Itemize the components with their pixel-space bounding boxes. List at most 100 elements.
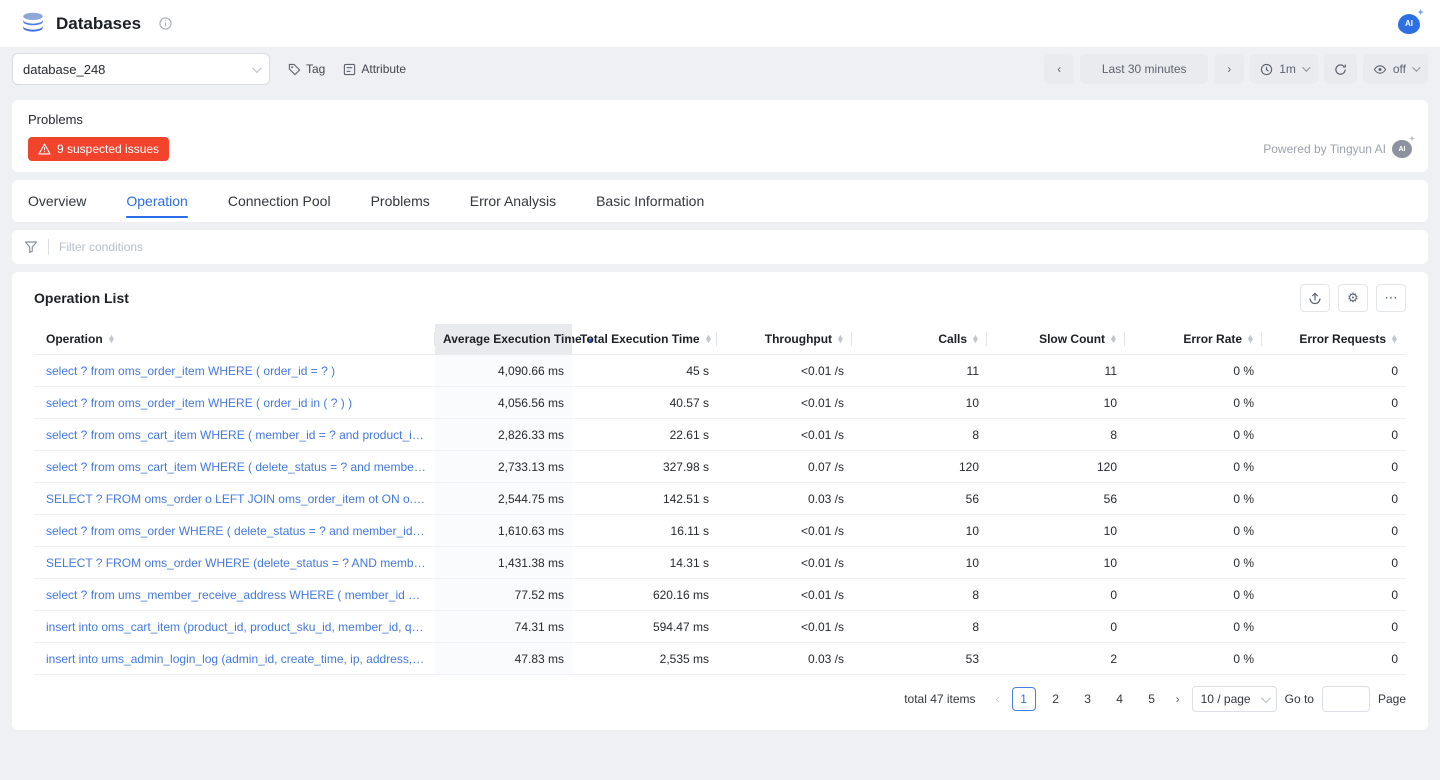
database-select[interactable]: database_248 <box>12 53 270 85</box>
operation-link[interactable]: insert into oms_cart_item (product_id, p… <box>46 620 427 634</box>
attribute-icon <box>343 63 356 76</box>
page-title: Databases <box>56 14 141 34</box>
pagination-prev-button[interactable]: ‹ <box>992 692 1004 706</box>
goto-page-input[interactable] <box>1322 686 1370 712</box>
operation-cell: insert into oms_cart_item (product_id, p… <box>34 611 435 643</box>
pagination-next-button[interactable]: › <box>1172 692 1184 706</box>
error-rate-cell: 0 % <box>1125 483 1262 515</box>
operation-link[interactable]: select ? from oms_cart_item WHERE ( dele… <box>46 460 427 474</box>
calls-cell: 56 <box>852 483 987 515</box>
calls-cell: 8 <box>852 419 987 451</box>
total-cell: 40.57 s <box>572 387 717 419</box>
time-range-button[interactable]: Last 30 minutes <box>1080 54 1208 84</box>
column-header-average-execution-time[interactable]: Average Execution Time▲▼ <box>435 324 572 355</box>
pagination-page-5[interactable]: 5 <box>1140 687 1164 711</box>
operation-link[interactable]: select ? from oms_order WHERE ( delete_s… <box>46 524 427 538</box>
powered-by-label: Powered by Tingyun AI <box>1263 142 1386 156</box>
slow-cell: 0 <box>987 579 1125 611</box>
more-actions-button[interactable]: ⋯ <box>1376 284 1406 312</box>
tag-button[interactable]: Tag <box>288 62 325 76</box>
table-row: SELECT ? FROM oms_order WHERE (delete_st… <box>34 547 1406 579</box>
attribute-label: Attribute <box>361 62 406 76</box>
filter-conditions-input[interactable] <box>59 240 1416 254</box>
app-logo: Databases <box>20 12 172 36</box>
slow-cell: 0 <box>987 611 1125 643</box>
slow-cell: 56 <box>987 483 1125 515</box>
pagination-page-4[interactable]: 4 <box>1108 687 1132 711</box>
time-prev-button[interactable]: ‹ <box>1044 54 1074 84</box>
calls-cell: 8 <box>852 579 987 611</box>
tab-connection-pool[interactable]: Connection Pool <box>228 180 331 222</box>
column-header-operation[interactable]: Operation▲▼ <box>34 324 435 355</box>
powered-by: Powered by Tingyun AI AI <box>1263 140 1412 158</box>
avg-cell: 4,056.56 ms <box>435 387 572 419</box>
operation-cell: select ? from oms_order_item WHERE ( ord… <box>34 355 435 387</box>
tab-problems[interactable]: Problems <box>371 180 430 222</box>
refresh-button[interactable] <box>1324 54 1357 84</box>
operation-link[interactable]: insert into ums_admin_login_log (admin_i… <box>46 652 427 666</box>
throughput-cell: <0.01 /s <box>717 515 852 547</box>
tab-operation[interactable]: Operation <box>126 180 187 222</box>
throughput-cell: <0.01 /s <box>717 579 852 611</box>
column-header-error-requests[interactable]: Error Requests▲▼ <box>1262 324 1406 355</box>
slow-cell: 120 <box>987 451 1125 483</box>
pagination-page-3[interactable]: 3 <box>1076 687 1100 711</box>
tab-error-analysis[interactable]: Error Analysis <box>470 180 556 222</box>
page-size-select[interactable]: 10 / page <box>1192 686 1277 712</box>
operation-link[interactable]: SELECT ? FROM oms_order o LEFT JOIN oms_… <box>46 492 427 506</box>
table-row: select ? from oms_order WHERE ( delete_s… <box>34 515 1406 547</box>
throughput-cell: <0.01 /s <box>717 419 852 451</box>
total-cell: 2,535 ms <box>572 643 717 675</box>
export-button[interactable] <box>1300 284 1330 312</box>
operation-cell: select ? from oms_order WHERE ( delete_s… <box>34 515 435 547</box>
time-next-button[interactable]: › <box>1214 54 1244 84</box>
slow-cell: 2 <box>987 643 1125 675</box>
operation-table: Operation▲▼ Average Execution Time▲▼ Tot… <box>34 324 1406 675</box>
gear-icon: ⚙ <box>1347 290 1359 306</box>
suspected-issues-badge[interactable]: 9 suspected issues <box>28 137 169 161</box>
error-rate-cell: 0 % <box>1125 579 1262 611</box>
operation-link[interactable]: select ? from oms_order_item WHERE ( ord… <box>46 396 427 410</box>
auto-refresh-dropdown[interactable]: off <box>1363 54 1428 84</box>
attribute-button[interactable]: Attribute <box>343 62 406 76</box>
settings-button[interactable]: ⚙ <box>1338 284 1368 312</box>
goto-label: Go to <box>1285 692 1314 706</box>
error-requests-cell: 0 <box>1262 355 1406 387</box>
column-header-error-rate[interactable]: Error Rate▲▼ <box>1125 324 1262 355</box>
operation-link[interactable]: select ? from oms_cart_item WHERE ( memb… <box>46 428 427 442</box>
calls-cell: 10 <box>852 387 987 419</box>
tab-overview[interactable]: Overview <box>28 180 86 222</box>
slow-cell: 10 <box>987 547 1125 579</box>
avg-cell: 2,733.13 ms <box>435 451 572 483</box>
avg-cell: 77.52 ms <box>435 579 572 611</box>
sort-icon[interactable]: ▲▼ <box>1391 336 1398 343</box>
error-rate-cell: 0 % <box>1125 643 1262 675</box>
pagination-page-1[interactable]: 1 <box>1012 687 1036 711</box>
sort-icon[interactable]: ▲▼ <box>1247 336 1254 343</box>
sort-icon[interactable]: ▲▼ <box>837 336 844 343</box>
column-header-slow-count[interactable]: Slow Count▲▼ <box>987 324 1125 355</box>
pagination-page-2[interactable]: 2 <box>1044 687 1068 711</box>
operation-link[interactable]: select ? from oms_order_item WHERE ( ord… <box>46 364 427 378</box>
avg-cell: 4,090.66 ms <box>435 355 572 387</box>
operation-cell: SELECT ? FROM oms_order o LEFT JOIN oms_… <box>34 483 435 515</box>
operation-link[interactable]: select ? from ums_member_receive_address… <box>46 588 427 602</box>
interval-dropdown[interactable]: 1m <box>1250 54 1318 84</box>
sort-icon[interactable]: ▲▼ <box>1110 336 1117 343</box>
throughput-cell: 0.03 /s <box>717 643 852 675</box>
column-header-calls[interactable]: Calls▲▼ <box>852 324 987 355</box>
slow-cell: 8 <box>987 419 1125 451</box>
column-header-throughput[interactable]: Throughput▲▼ <box>717 324 852 355</box>
tab-basic-information[interactable]: Basic Information <box>596 180 704 222</box>
table-row: insert into ums_admin_login_log (admin_i… <box>34 643 1406 675</box>
column-header-total-execution-time[interactable]: Total Execution Time▲▼ <box>572 324 717 355</box>
operation-cell: select ? from ums_member_receive_address… <box>34 579 435 611</box>
tingyun-ai-logo[interactable]: AI <box>1398 14 1420 34</box>
operation-cell: insert into ums_admin_login_log (admin_i… <box>34 643 435 675</box>
info-icon[interactable] <box>159 17 172 30</box>
sort-icon[interactable]: ▲▼ <box>972 336 979 343</box>
sort-icon[interactable]: ▲▼ <box>108 336 115 343</box>
operation-link[interactable]: SELECT ? FROM oms_order WHERE (delete_st… <box>46 556 427 570</box>
sort-icon[interactable]: ▲▼ <box>705 336 712 343</box>
operation-cell: select ? from oms_order_item WHERE ( ord… <box>34 387 435 419</box>
